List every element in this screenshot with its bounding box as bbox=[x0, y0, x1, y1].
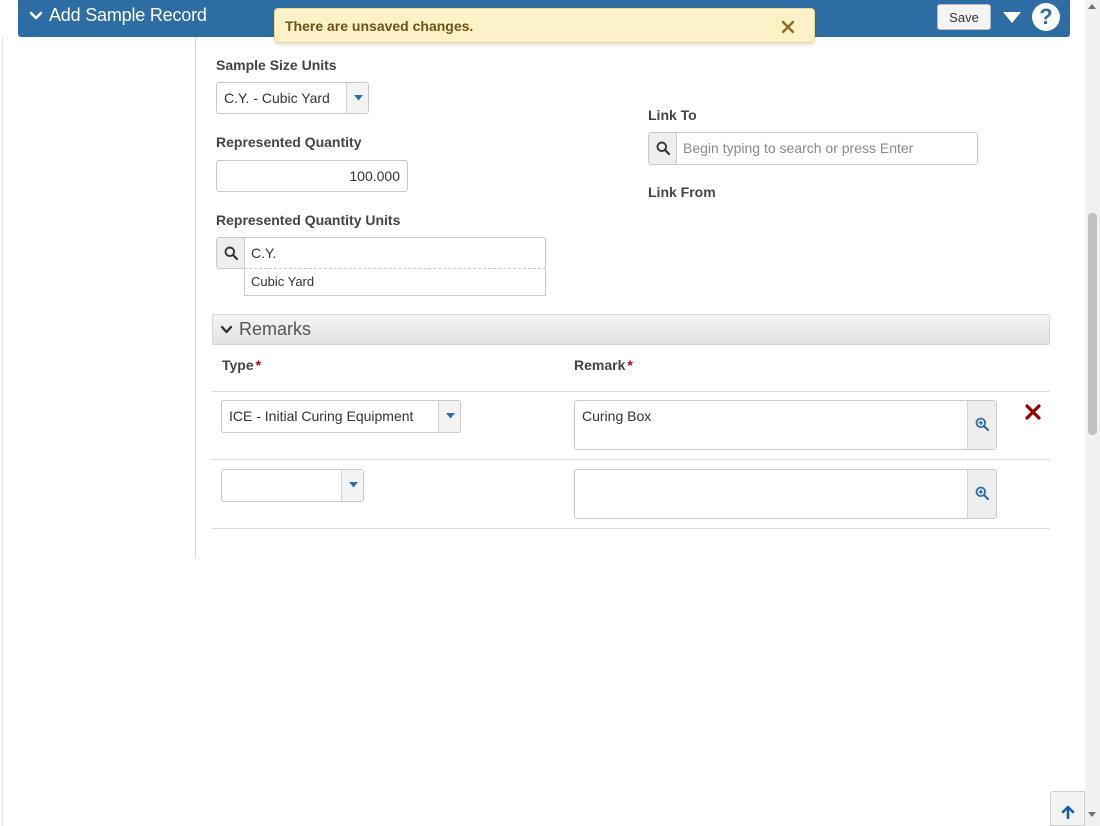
chevron-down-icon[interactable] bbox=[28, 8, 44, 24]
scroll-to-top-button[interactable] bbox=[1050, 791, 1085, 826]
notice-message: There are unsaved changes. bbox=[285, 18, 474, 34]
row-divider bbox=[212, 459, 1050, 460]
represented-quantity-value: 100.000 bbox=[349, 168, 400, 184]
save-button[interactable]: Save bbox=[937, 4, 991, 30]
remark-type-select[interactable]: ICE - Initial Curing Equipment bbox=[221, 400, 461, 433]
caret-down-icon bbox=[349, 482, 358, 488]
scrollbar-thumb[interactable] bbox=[1088, 213, 1097, 435]
dropdown-toggle[interactable] bbox=[341, 470, 363, 501]
represented-quantity-label: Represented Quantity bbox=[216, 134, 362, 150]
zoom-in-icon bbox=[975, 417, 989, 431]
caret-down-icon bbox=[354, 95, 363, 101]
zoom-button[interactable] bbox=[967, 401, 996, 449]
search-addon[interactable] bbox=[217, 238, 245, 268]
close-icon[interactable] bbox=[781, 20, 795, 34]
caret-down-icon bbox=[446, 413, 455, 419]
represented-quantity-units-value: C.Y. bbox=[251, 245, 277, 261]
help-button[interactable]: ? bbox=[1032, 3, 1060, 31]
represented-quantity-input[interactable]: 100.000 bbox=[216, 160, 408, 192]
type-column-label: Type bbox=[222, 357, 254, 373]
unsaved-changes-notice: There are unsaved changes. bbox=[274, 8, 815, 43]
remark-type-select[interactable] bbox=[221, 469, 364, 502]
sample-size-units-label: Sample Size Units bbox=[216, 57, 337, 73]
remark-column-label: Remark bbox=[574, 357, 626, 373]
search-icon bbox=[224, 246, 238, 260]
delete-icon[interactable] bbox=[1025, 404, 1041, 420]
page-title[interactable]: Add Sample Record bbox=[49, 5, 207, 26]
remark-textarea[interactable] bbox=[574, 469, 997, 519]
scroll-down-icon[interactable] bbox=[1087, 810, 1097, 818]
remarks-section-header[interactable]: Remarks bbox=[212, 314, 1050, 345]
remark-textarea[interactable]: Curing Box bbox=[574, 400, 997, 450]
dropdown-toggle[interactable] bbox=[346, 83, 368, 113]
sample-size-units-select[interactable]: C.Y. - Cubic Yard bbox=[216, 82, 369, 114]
required-marker: * bbox=[627, 357, 633, 373]
search-addon[interactable] bbox=[649, 133, 677, 164]
caret-down-icon[interactable] bbox=[1001, 9, 1023, 25]
type-column-header: Type * bbox=[222, 357, 261, 373]
link-to-placeholder: Begin typing to search or press Enter bbox=[683, 140, 914, 156]
remark-type-value: ICE - Initial Curing Equipment bbox=[229, 408, 414, 424]
required-marker: * bbox=[255, 357, 262, 373]
search-icon bbox=[656, 141, 670, 155]
zoom-button[interactable] bbox=[967, 470, 996, 518]
row-divider bbox=[212, 528, 1050, 529]
link-to-search-input[interactable]: Begin typing to search or press Enter bbox=[648, 132, 978, 165]
row-divider bbox=[212, 391, 1050, 392]
sample-size-units-value: C.Y. - Cubic Yard bbox=[224, 90, 330, 106]
remarks-section-title: Remarks bbox=[239, 319, 312, 339]
left-rail-divider bbox=[195, 37, 196, 558]
chevron-down-icon bbox=[220, 325, 233, 334]
remark-column-header: Remark * bbox=[574, 357, 633, 373]
suggestion-label: Cubic Yard bbox=[251, 274, 315, 289]
scroll-up-icon[interactable] bbox=[1087, 3, 1097, 11]
represented-quantity-units-label: Represented Quantity Units bbox=[216, 212, 401, 228]
remark-value: Curing Box bbox=[582, 408, 652, 424]
page-left-border bbox=[2, 37, 3, 826]
left-rail bbox=[18, 37, 195, 558]
link-from-label: Link From bbox=[648, 184, 716, 200]
dropdown-toggle[interactable] bbox=[438, 401, 460, 432]
autocomplete-suggestion[interactable]: Cubic Yard bbox=[244, 268, 546, 296]
zoom-in-icon bbox=[975, 486, 989, 500]
represented-quantity-units-input[interactable]: C.Y. bbox=[216, 237, 546, 269]
link-to-label: Link To bbox=[648, 107, 697, 123]
arrow-up-icon bbox=[1061, 805, 1075, 819]
